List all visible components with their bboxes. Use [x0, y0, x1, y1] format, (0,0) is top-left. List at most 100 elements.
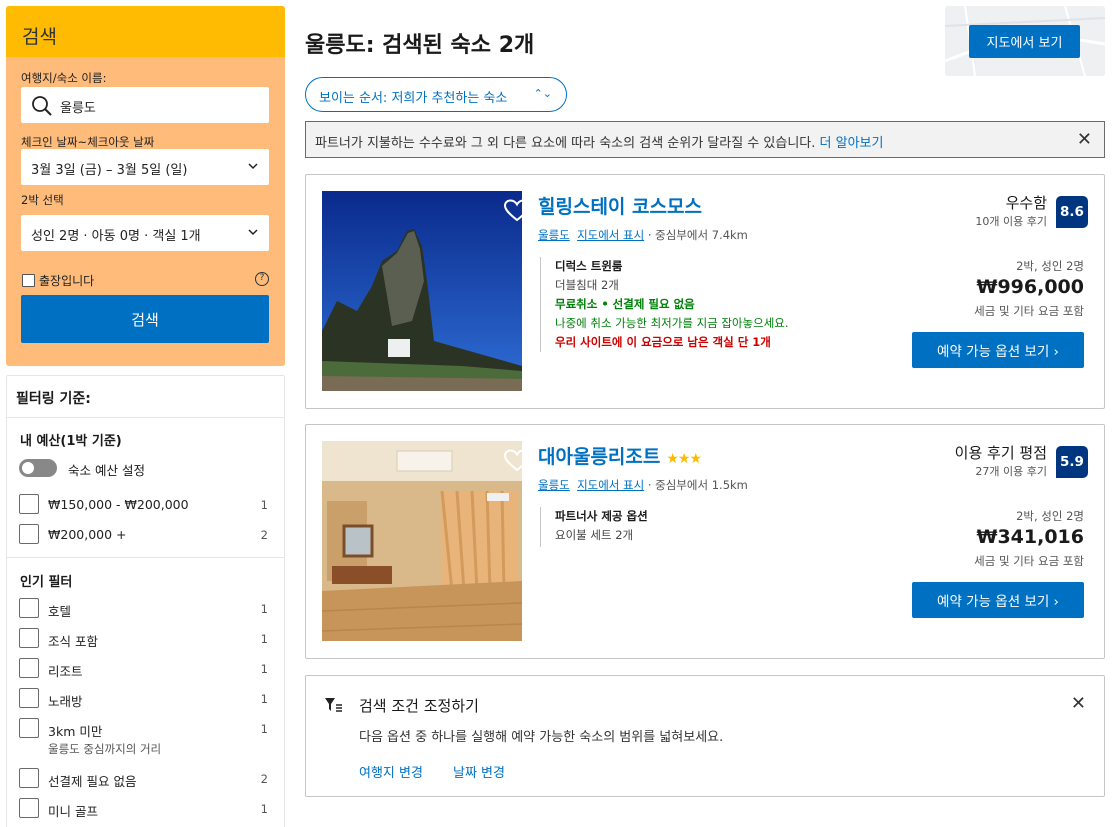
filter-checkbox[interactable] [19, 598, 39, 618]
filter-checkbox[interactable] [19, 658, 39, 678]
scarcity-text: 우리 사이트에 이 요금으로 남은 객실 단 1개 [555, 335, 771, 349]
hotel-name-link[interactable]: 대아울릉리조트 ★★★ [538, 442, 702, 469]
sort-chevron-icon: ⌃⌄ [533, 87, 552, 100]
chevron-down-icon [248, 163, 258, 170]
filter-label: ₩150,000 - ₩200,000 [48, 497, 189, 512]
filter-checkbox[interactable] [19, 688, 39, 708]
filter-row[interactable]: 선결제 필요 없음 2 [19, 768, 274, 790]
search-button[interactable]: 검색 [21, 295, 269, 343]
filter-label: 리조트 [48, 664, 83, 679]
see-availability-button[interactable]: 예약 가능 옵션 보기 › [912, 582, 1084, 618]
show-on-map-link[interactable]: 지도에서 표시 [577, 228, 644, 242]
filter-count: 2 [260, 528, 268, 542]
change-destination-link[interactable]: 여행지 변경 [359, 762, 423, 781]
room-name: 파트너사 제공 옵션 [555, 509, 648, 523]
adjust-description: 다음 옵션 중 하나를 실행해 예약 가능한 숙소의 범위를 넓혀보세요. [359, 730, 724, 745]
hotel-name: 힐링스테이 코스모스 [538, 196, 702, 218]
filter-checkbox[interactable] [19, 768, 39, 788]
notice-text: 파트너가 지불하는 수수료와 그 외 다른 요소에 따라 숙소의 검색 순위가 … [315, 136, 816, 151]
filter-checkbox[interactable] [19, 628, 39, 648]
filter-label: 미니 골프 [48, 804, 98, 819]
filters-title: 필터링 기준: [7, 376, 284, 418]
filter-count: 1 [260, 722, 268, 736]
filter-checkbox[interactable] [19, 718, 39, 738]
filter-row[interactable]: 호텔 1 [19, 598, 274, 620]
nights-guests: 2박, 성인 2명 [1016, 509, 1084, 523]
learn-more-link[interactable]: 더 알아보기 [820, 136, 884, 151]
filter-count: 1 [260, 662, 268, 676]
destination-input[interactable]: 울릉도 [21, 87, 269, 123]
filter-sublabel: 울릉도 중심까지의 거리 [48, 742, 162, 756]
distance-text: · 중심부에서 1.5km [647, 478, 748, 492]
close-icon[interactable]: ✕ [1077, 129, 1092, 150]
heart-icon[interactable] [504, 449, 522, 473]
review-count: 10개 이용 후기 [975, 215, 1047, 228]
hotel-photo[interactable] [322, 441, 522, 641]
filter-count: 2 [260, 772, 268, 786]
show-on-map-link[interactable]: 지도에서 표시 [577, 478, 644, 492]
hotel-card: 대아울릉리조트 ★★★ 울릉도 지도에서 표시 · 중심부에서 1.5km 파트너… [305, 424, 1105, 659]
change-dates-link[interactable]: 날짜 변경 [453, 762, 505, 781]
ranking-notice: 파트너가 지불하는 수수료와 그 외 다른 요소에 따라 숙소의 검색 순위가 … [305, 121, 1105, 158]
see-availability-button[interactable]: 예약 가능 옵션 보기 › [912, 332, 1084, 368]
filter-row[interactable]: ₩200,000 + 2 [19, 524, 274, 546]
filters-panel: 필터링 기준: 내 예산(1박 기준) 숙소 예산 설정 ₩150,000 - … [6, 375, 285, 827]
hotel-name: 대아울릉리조트 [538, 446, 661, 468]
help-icon[interactable]: ? [255, 272, 269, 286]
hotel-name-link[interactable]: 힐링스테이 코스모스 [538, 192, 702, 219]
room-name: 디럭스 트윈룸 [555, 259, 623, 273]
search-panel: 검색 여행지/숙소 이름: 울릉도 체크인 날짜~체크아웃 날짜 3월 3일 (… [6, 6, 285, 366]
room-info: 파트너사 제공 옵션 요이불 세트 2개 [540, 507, 840, 547]
business-trip-checkbox[interactable]: 출장입니다 [22, 272, 94, 289]
adjust-title: 검색 조건 조정하기 [359, 697, 479, 715]
guests-field[interactable]: 성인 2명 · 아동 0명 · 객실 1개 [21, 215, 269, 251]
filter-row[interactable]: ₩150,000 - ₩200,000 1 [19, 494, 274, 516]
filter-count: 1 [260, 632, 268, 646]
hotel-photo-image [322, 441, 522, 641]
popular-filters-title: 인기 필터 [20, 575, 73, 590]
sort-dropdown[interactable]: 보이는 순서: 저희가 추천하는 숙소 ⌃⌄ [305, 77, 567, 112]
business-trip-label: 출장입니다 [39, 274, 95, 288]
city-link[interactable]: 울릉도 [538, 478, 570, 492]
close-icon[interactable]: ✕ [1071, 693, 1086, 714]
price: ₩341,016 [976, 526, 1085, 548]
destination-label: 여행지/숙소 이름: [21, 71, 107, 85]
filter-row[interactable]: 3km 미만 1 울릉도 중심까지의 거리 [19, 718, 274, 756]
filter-checkbox[interactable] [19, 524, 39, 544]
filter-row[interactable]: 미니 골프 1 [19, 798, 274, 820]
business-trip-box[interactable] [22, 274, 35, 287]
room-info: 디럭스 트윈룸 더블침대 2개 무료취소 • 선결제 필요 없음 나중에 취소 … [540, 257, 840, 352]
score-badge: 5.9 [1056, 446, 1088, 478]
adjust-search-box: 검색 조건 조정하기 다음 옵션 중 하나를 실행해 예약 가능한 숙소의 범위… [305, 675, 1105, 797]
cancel-note: 나중에 취소 가능한 최저가를 지금 잡아놓으세요. [555, 316, 789, 330]
hotel-photo-image [322, 191, 522, 391]
filter-label: 호텔 [48, 604, 72, 619]
filter-row[interactable]: 리조트 1 [19, 658, 274, 680]
destination-value: 울릉도 [60, 101, 96, 116]
filter-row[interactable]: 조식 포함 1 [19, 628, 274, 650]
dates-field[interactable]: 3월 3일 (금) – 3월 5일 (일) [21, 149, 269, 185]
filter-row[interactable]: 노래방 1 [19, 688, 274, 710]
score-badge: 8.6 [1056, 196, 1088, 228]
filter-count: 1 [260, 602, 268, 616]
page-title: 울릉도: 검색된 숙소 2개 [305, 33, 535, 58]
filter-checkbox[interactable] [19, 494, 39, 514]
filter-label: 3km 미만 [48, 724, 103, 739]
budget-toggle-label: 숙소 예산 설정 [68, 463, 145, 478]
filter-count: 1 [260, 498, 268, 512]
show-on-map-button[interactable]: 지도에서 보기 [969, 25, 1080, 58]
search-panel-header: 검색 [6, 6, 285, 57]
hotel-photo[interactable] [322, 191, 522, 391]
city-link[interactable]: 울릉도 [538, 228, 570, 242]
hotel-location: 울릉도 지도에서 표시 · 중심부에서 7.4km [538, 227, 748, 243]
filter-checkbox[interactable] [19, 798, 39, 818]
star-rating-icon: ★★★ [666, 451, 702, 467]
tax-note: 세금 및 기타 요금 포함 [974, 554, 1084, 568]
filter-label: 노래방 [48, 694, 83, 709]
score-label: 우수함 [1005, 194, 1047, 212]
budget-toggle[interactable] [19, 459, 57, 477]
guests-value: 성인 2명 · 아동 0명 · 객실 1개 [31, 229, 201, 244]
filter-label: ₩200,000 + [48, 527, 127, 542]
dates-value: 3월 3일 (금) – 3월 5일 (일) [31, 163, 188, 178]
heart-icon[interactable] [504, 199, 522, 223]
